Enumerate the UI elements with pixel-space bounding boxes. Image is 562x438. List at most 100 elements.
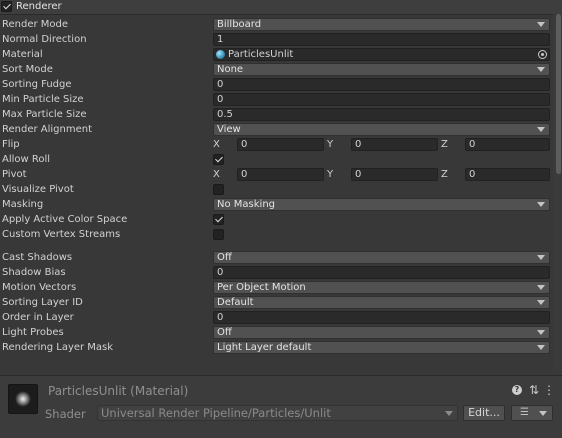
pivot-z-label: Z bbox=[441, 169, 448, 180]
dropdown-arrow-icon bbox=[537, 285, 545, 290]
sort-mode-value: None bbox=[217, 64, 244, 75]
help-icon[interactable]: ? bbox=[512, 385, 522, 395]
edit-shader-button[interactable]: Edit... bbox=[463, 405, 505, 421]
allow-roll-checkbox[interactable] bbox=[213, 154, 224, 165]
pivot-x-field[interactable]: 0 bbox=[237, 168, 324, 181]
motion-vectors-label: Motion Vectors bbox=[2, 282, 77, 293]
max-particle-size-row: Max Particle Size 0.5 bbox=[0, 107, 562, 122]
min-particle-size-row: Min Particle Size 0 bbox=[0, 92, 562, 107]
pivot-y-label: Y bbox=[327, 169, 334, 180]
sorting-layer-id-value: Default bbox=[217, 297, 254, 308]
dropdown-arrow-icon bbox=[537, 22, 545, 27]
dropdown-arrow-icon bbox=[539, 411, 547, 416]
context-menu-icon[interactable]: ⋮ bbox=[543, 383, 555, 397]
shader-dropdown[interactable]: Universal Render Pipeline/Particles/Unli… bbox=[97, 405, 458, 421]
pivot-y-field[interactable]: 0 bbox=[351, 168, 438, 181]
visualize-pivot-label: Visualize Pivot bbox=[2, 184, 74, 195]
sorting-layer-id-dropdown[interactable]: Default bbox=[213, 296, 550, 309]
light-probes-value: Off bbox=[217, 327, 232, 338]
pivot-row: Pivot X 0 Y 0 Z 0 bbox=[0, 167, 562, 182]
normal-direction-label: Normal Direction bbox=[2, 34, 87, 45]
object-picker-icon[interactable] bbox=[538, 50, 547, 59]
sorting-layer-id-label: Sorting Layer ID bbox=[2, 297, 83, 308]
masking-dropdown[interactable]: No Masking bbox=[213, 198, 550, 211]
rendering-layer-mask-row: Rendering Layer Mask Light Layer default bbox=[0, 340, 562, 355]
flip-z-field[interactable]: 0 bbox=[465, 138, 550, 151]
cast-shadows-row: Cast Shadows Off bbox=[0, 250, 562, 265]
material-sphere-icon bbox=[216, 50, 225, 59]
custom-vertex-streams-checkbox[interactable] bbox=[213, 229, 224, 240]
light-probes-dropdown[interactable]: Off bbox=[213, 326, 550, 339]
apply-active-color-space-checkbox[interactable] bbox=[213, 214, 224, 225]
material-label: Material bbox=[2, 49, 43, 60]
masking-label: Masking bbox=[2, 199, 44, 210]
particle-glow-icon bbox=[15, 391, 31, 407]
sorting-fudge-field[interactable]: 0 bbox=[213, 78, 550, 91]
custom-vertex-streams-row: Custom Vertex Streams bbox=[0, 227, 562, 242]
render-mode-value: Billboard bbox=[217, 19, 262, 30]
preset-settings-icon[interactable]: ⇅ bbox=[528, 383, 540, 397]
dropdown-arrow-icon bbox=[537, 202, 545, 207]
min-particle-size-label: Min Particle Size bbox=[2, 94, 84, 105]
renderer-module-title: Renderer bbox=[16, 1, 62, 12]
render-mode-dropdown[interactable]: Billboard bbox=[213, 18, 550, 31]
custom-vertex-streams-label: Custom Vertex Streams bbox=[2, 229, 121, 240]
rendering-layer-mask-label: Rendering Layer Mask bbox=[2, 342, 114, 353]
renderer-module-header[interactable]: Renderer bbox=[0, 0, 562, 15]
material-preview-icon bbox=[8, 384, 38, 414]
dropdown-arrow-icon bbox=[537, 255, 545, 260]
material-object-field[interactable]: ParticlesUnlit bbox=[213, 48, 550, 61]
motion-vectors-value: Per Object Motion bbox=[217, 282, 306, 293]
normal-direction-row: Normal Direction 1 bbox=[0, 32, 562, 47]
light-probes-label: Light Probes bbox=[2, 327, 64, 338]
cast-shadows-label: Cast Shadows bbox=[2, 252, 73, 263]
sorting-layer-id-row: Sorting Layer ID Default bbox=[0, 295, 562, 310]
cast-shadows-dropdown[interactable]: Off bbox=[213, 251, 550, 264]
allow-roll-row: Allow Roll bbox=[0, 152, 562, 167]
pivot-z-field[interactable]: 0 bbox=[465, 168, 550, 181]
cast-shadows-value: Off bbox=[217, 252, 232, 263]
visualize-pivot-checkbox[interactable] bbox=[213, 184, 224, 195]
motion-vectors-dropdown[interactable]: Per Object Motion bbox=[213, 281, 550, 294]
sorting-fudge-row: Sorting Fudge 0 bbox=[0, 77, 562, 92]
order-in-layer-field[interactable]: 0 bbox=[213, 311, 550, 324]
dropdown-arrow-icon bbox=[445, 411, 453, 416]
rendering-layer-mask-value: Light Layer default bbox=[217, 342, 312, 353]
min-particle-size-field[interactable]: 0 bbox=[213, 93, 550, 106]
dropdown-arrow-icon bbox=[537, 330, 545, 335]
allow-roll-label: Allow Roll bbox=[2, 154, 51, 165]
rendering-layer-mask-dropdown[interactable]: Light Layer default bbox=[213, 341, 550, 354]
renderer-enabled-checkbox[interactable] bbox=[1, 1, 12, 12]
render-mode-label: Render Mode bbox=[2, 19, 69, 30]
render-alignment-value: View bbox=[217, 124, 241, 135]
inspector-scrollbar-thumb[interactable] bbox=[556, 14, 561, 174]
shadow-bias-field[interactable]: 0 bbox=[213, 266, 550, 279]
light-probes-row: Light Probes Off bbox=[0, 325, 562, 340]
material-value: ParticlesUnlit bbox=[228, 49, 294, 60]
material-row: Material ParticlesUnlit bbox=[0, 47, 562, 62]
list-icon: ☰ bbox=[520, 407, 529, 418]
normal-direction-field[interactable]: 1 bbox=[213, 33, 550, 46]
flip-label: Flip bbox=[2, 139, 20, 150]
apply-active-color-space-row: Apply Active Color Space bbox=[0, 212, 562, 227]
shader-list-button[interactable]: ☰ bbox=[511, 405, 553, 421]
sort-mode-row: Sort Mode None bbox=[0, 62, 562, 77]
shader-label: Shader bbox=[45, 407, 86, 421]
pivot-label: Pivot bbox=[2, 169, 27, 180]
motion-vectors-row: Motion Vectors Per Object Motion bbox=[0, 280, 562, 295]
max-particle-size-field[interactable]: 0.5 bbox=[213, 108, 550, 121]
sort-mode-dropdown[interactable]: None bbox=[213, 63, 550, 76]
flip-y-field[interactable]: 0 bbox=[351, 138, 438, 151]
dropdown-arrow-icon bbox=[537, 127, 545, 132]
flip-row: Flip X 0 Y 0 Z 0 bbox=[0, 137, 562, 152]
material-panel-title[interactable]: ParticlesUnlit (Material) bbox=[48, 383, 188, 399]
flip-y-label: Y bbox=[327, 139, 334, 150]
flip-x-field[interactable]: 0 bbox=[237, 138, 324, 151]
sort-mode-label: Sort Mode bbox=[2, 64, 53, 75]
render-alignment-dropdown[interactable]: View bbox=[213, 123, 550, 136]
visualize-pivot-row: Visualize Pivot bbox=[0, 182, 562, 197]
masking-value: No Masking bbox=[217, 199, 275, 210]
sorting-fudge-label: Sorting Fudge bbox=[2, 79, 72, 90]
flip-x-label: X bbox=[213, 139, 220, 150]
render-mode-row: Render Mode Billboard bbox=[0, 17, 562, 32]
